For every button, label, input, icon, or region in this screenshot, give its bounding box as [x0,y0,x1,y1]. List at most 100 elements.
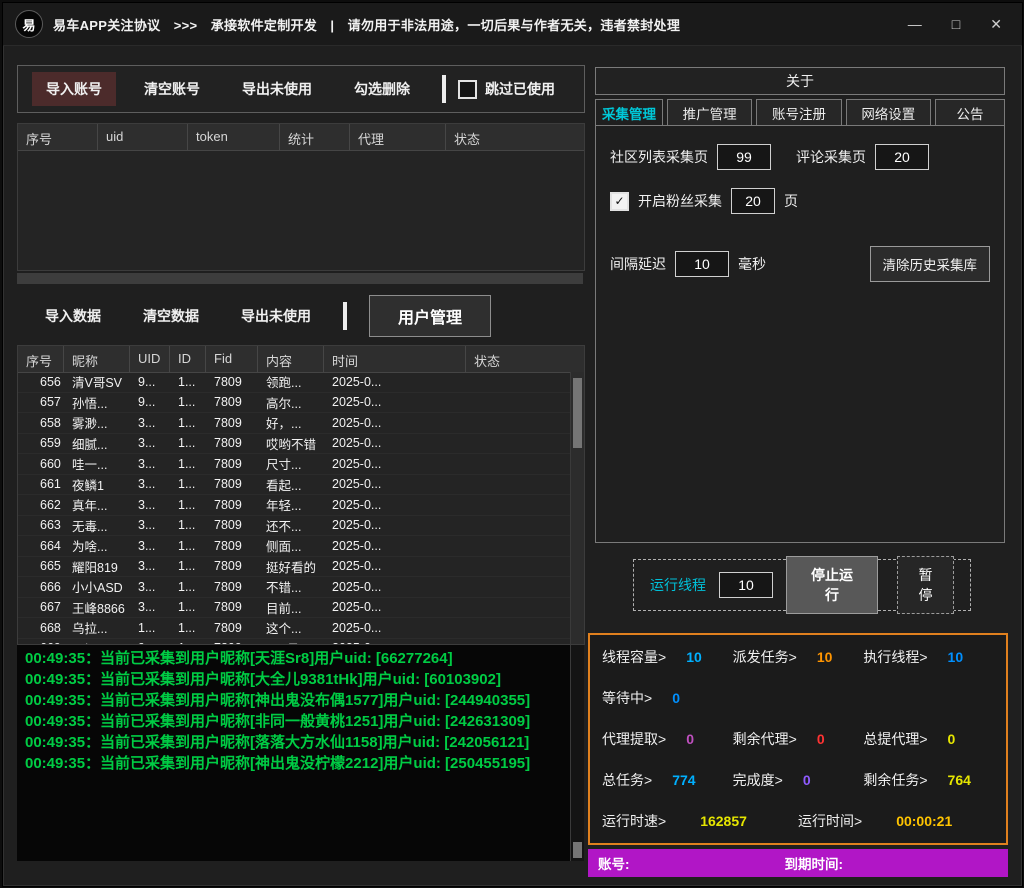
tab-network-settings[interactable]: 网络设置 [846,99,931,126]
table-row[interactable]: 664 为啥... 3... 1... 7809 侧面... 2025-0... [18,536,571,557]
cell-time: 2025-0... [324,457,466,471]
cell-nick: 无毒... [64,516,130,535]
skip-used-checkbox[interactable]: 跳过已使用 [458,79,555,99]
cell-time: 2025-0... [324,580,466,594]
cell-content: 尺寸... [258,454,324,473]
checkbox-unchecked-icon[interactable] [458,80,477,99]
checkbox-checked-icon[interactable]: ✓ [610,192,629,211]
cell-content: 高尔... [258,393,324,412]
users-table-scrollbar[interactable] [570,372,584,644]
cell-no: 664 [18,539,64,553]
app-icon: 易 [15,10,43,38]
cell-fid: 7809 [206,559,258,573]
toolbar-separator [442,75,446,103]
table-row[interactable]: 662 真年... 3... 1... 7809 年轻... 2025-0... [18,495,571,516]
threads-input[interactable] [719,572,773,598]
cell-id: 1... [170,559,206,573]
column-header: 状态 [446,124,584,150]
table-row[interactable]: 669 周福... 9... 1... 7809 b01号 2025-0... [18,639,571,645]
stats-row: 线程容量> 10 派发任务> 10 执行线程> 10 [602,647,994,667]
table-row[interactable]: 667 王峰8866 3... 1... 7809 目前... 2025-0..… [18,598,571,619]
cell-nick: 真年... [64,495,130,514]
stat-label: 完成度> [733,770,783,790]
clear-data-button[interactable]: 清空数据 [129,299,213,333]
column-header: 昵称 [64,346,130,372]
table-row[interactable]: 661 夜鳞1 3... 1... 7809 看起... 2025-0... [18,475,571,496]
stat-value: 0 [803,772,811,788]
accounts-table-hscrollbar[interactable] [17,273,583,284]
about-header: 关于 [595,67,1005,95]
cell-content: 哎哟不错 [258,434,324,453]
clear-accounts-button[interactable]: 清空账号 [130,72,214,106]
table-row[interactable]: 665 耀阳819 3... 1... 7809 挺好看的 2025-0... [18,557,571,578]
cell-uid: 3... [130,539,170,553]
cell-time: 2025-0... [324,600,466,614]
stat-value: 10 [817,649,833,665]
comment-pages-input[interactable] [875,144,929,170]
delay-row: 间隔延迟 毫秒 清除历史采集库 [610,246,990,282]
expire-label: 到期时间: [785,853,844,873]
cell-content: 不错... [258,577,324,596]
stat-value: 0 [686,731,694,747]
cell-content: 侧面... [258,536,324,555]
log-area: 00:49:35：当前已采集到用户昵称[天涯Sr8]用户uid: [662772… [17,645,583,861]
table-row[interactable]: 668 乌拉... 1... 1... 7809 这个... 2025-0... [18,618,571,639]
tab-collect-manage[interactable]: 采集管理 [595,99,663,126]
tab-account-register[interactable]: 账号注册 [756,99,841,126]
user-manage-button[interactable]: 用户管理 [369,295,491,337]
table-row[interactable]: 663 无毒... 3... 1... 7809 还不... 2025-0... [18,516,571,537]
log-line: 00:49:35：当前已采集到用户昵称[大全儿9381tHk]用户uid: [6… [25,669,575,690]
close-icon[interactable]: ✕ [990,17,1002,31]
cell-fid: 7809 [206,621,258,635]
tab-promote-manage[interactable]: 推广管理 [667,99,752,126]
stat-run-time: 运行时间> 00:00:21 [798,811,994,831]
delete-checked-button[interactable]: 勾选删除 [340,72,424,106]
stat-completion: 完成度> 0 [733,770,864,790]
scrollbar-thumb[interactable] [573,842,582,858]
table-row[interactable]: 656 清V哥SV 9... 1... 7809 领跑... 2025-0... [18,372,571,393]
cell-no: 665 [18,559,64,573]
table-row[interactable]: 657 孙悟... 9... 1... 7809 高尔... 2025-0... [18,393,571,414]
stat-run-speed: 运行时速> 162857 [602,811,798,831]
maximize-icon[interactable]: □ [952,17,960,31]
stats-row: 等待中> 0 [602,688,994,708]
cell-id: 1... [170,436,206,450]
cell-uid: 3... [130,498,170,512]
cell-id: 1... [170,539,206,553]
table-row[interactable]: 658 雾渺... 3... 1... 7809 好，... 2025-0... [18,413,571,434]
pause-button[interactable]: 暂停 [897,556,954,614]
threads-label: 运行线程 [650,575,706,595]
cell-nick: 小小ASD [64,577,130,596]
scrollbar-thumb[interactable] [573,378,582,448]
cell-nick: 孙悟... [64,393,130,412]
cell-time: 2025-0... [324,416,466,430]
stop-button[interactable]: 停止运行 [786,556,878,614]
stat-proxy-extract: 代理提取> 0 [602,729,733,749]
cell-fid: 7809 [206,498,258,512]
about-label: 关于 [786,71,814,91]
cell-uid: 3... [130,416,170,430]
export-unused-data-button[interactable]: 导出未使用 [227,299,325,333]
minimize-icon[interactable]: — [908,17,922,31]
stat-value: 774 [672,772,695,788]
cell-id: 1... [170,621,206,635]
fans-pages-input[interactable] [731,188,775,214]
delay-input[interactable] [675,251,729,277]
table-row[interactable]: 666 小小ASD 3... 1... 7809 不错... 2025-0... [18,577,571,598]
table-row[interactable]: 659 细腻... 3... 1... 7809 哎哟不错 2025-0... [18,434,571,455]
import-accounts-button[interactable]: 导入账号 [32,72,116,106]
tab-notice[interactable]: 公告 [935,99,1005,126]
clear-history-button[interactable]: 清除历史采集库 [870,246,991,282]
stat-label: 剩余任务> [863,770,927,790]
table-row[interactable]: 660 哇一... 3... 1... 7809 尺寸... 2025-0... [18,454,571,475]
log-scrollbar[interactable] [570,645,584,861]
community-pages-input[interactable] [717,144,771,170]
log-line: 00:49:35：当前已采集到用户昵称[神出鬼没柠檬2212]用户uid: [2… [25,753,575,774]
cell-uid: 1... [130,621,170,635]
tab-bar: 采集管理 推广管理 账号注册 网络设置 公告 [595,99,1005,126]
export-unused-accounts-button[interactable]: 导出未使用 [228,72,326,106]
cell-no: 666 [18,580,64,594]
cell-nick: 雾渺... [64,413,130,432]
import-data-button[interactable]: 导入数据 [31,299,115,333]
log-line: 00:49:35：当前已采集到用户昵称[天涯Sr8]用户uid: [662772… [25,648,575,669]
